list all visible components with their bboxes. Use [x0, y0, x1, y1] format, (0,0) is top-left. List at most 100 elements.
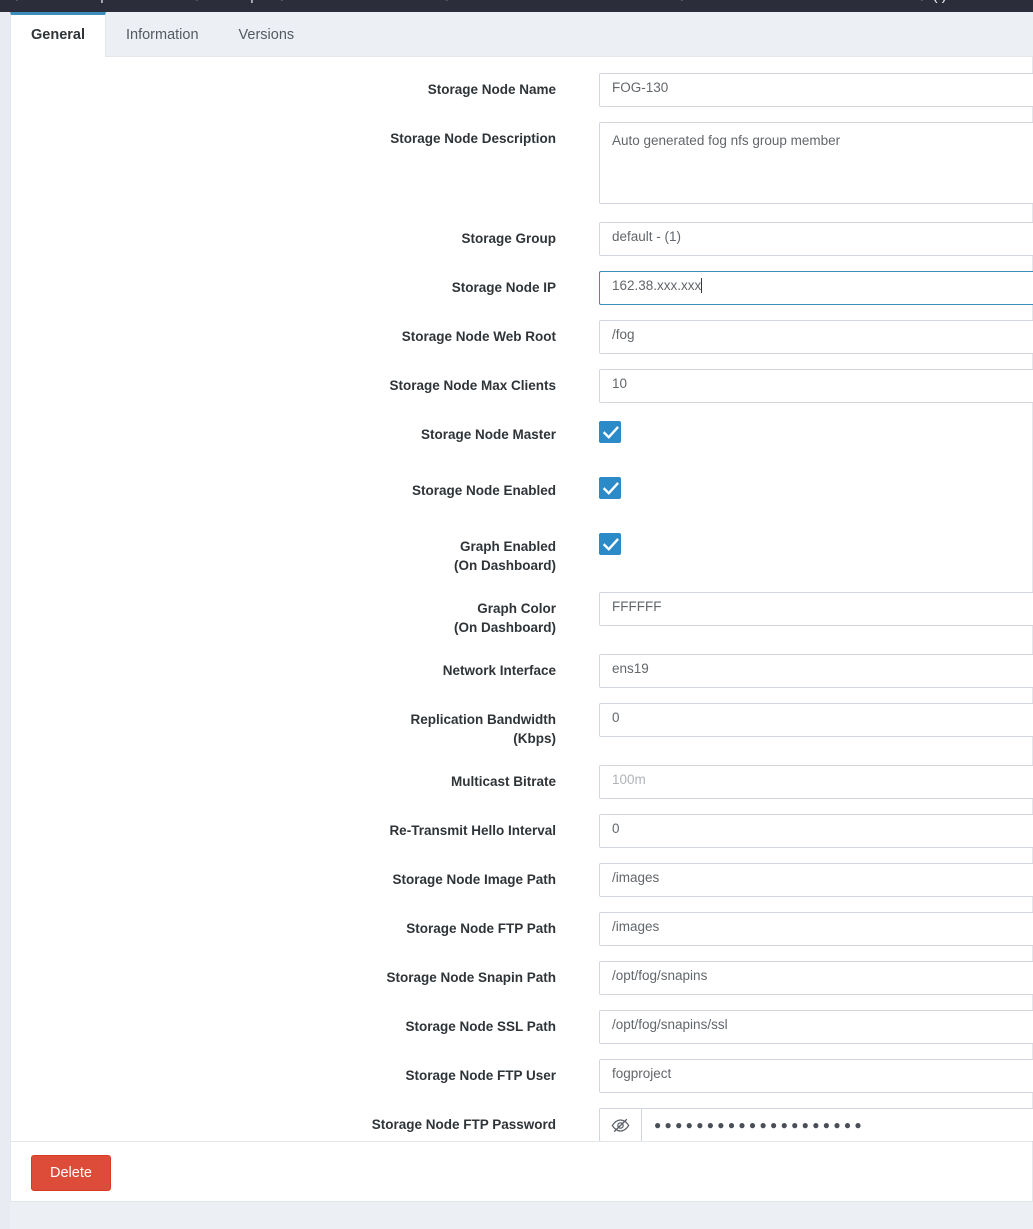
delete-button[interactable]: Delete — [31, 1155, 111, 1191]
storage-node-name-label: Storage Node Name — [11, 73, 571, 99]
form-row-storage-node-snapin-path: Storage Node Snapin Path/opt/fog/snapins — [11, 961, 1033, 995]
storage-group-label-line1: Storage Group — [461, 231, 556, 246]
form-row-storage-node-web-root: Storage Node Web Root/fog — [11, 320, 1033, 354]
storage-node-description-textarea[interactable]: Auto generated fog nfs group member — [599, 122, 1033, 204]
graph-enabled-label-line1: Graph Enabled — [459, 539, 556, 554]
graph-enabled-checkbox[interactable] — [599, 533, 621, 555]
storage-node-snapin-path-value: /opt/fog/snapins — [612, 968, 708, 983]
storage-node-description-label: Storage Node Description — [11, 122, 571, 148]
top-navbar[interactable]: ⚙|⚙|⚙⚙⚙⚙ ( )⤵⚙⚙ ⤵ — [0, 0, 1033, 12]
storage-node-image-path-value: /images — [612, 870, 660, 885]
storage-node-ssl-path-input[interactable]: /opt/fog/snapins/ssl — [599, 1010, 1033, 1044]
panel-footer: Delete — [11, 1141, 1032, 1201]
storage-node-master-label-line1: Storage Node Master — [420, 427, 556, 442]
storage-node-ssl-path-value: /opt/fog/snapins/ssl — [612, 1017, 728, 1032]
graph-color-control: FFFFFF — [599, 592, 1033, 626]
navbar-glyph[interactable]: ⚙ — [275, 0, 288, 4]
replication-bandwidth-label-line2: (Kbps) — [513, 731, 556, 746]
storage-node-ftp-user-control: fogproject — [599, 1059, 1033, 1093]
re-transmit-hello-interval-label-line1: Re-Transmit Hello Interval — [389, 823, 556, 838]
storage-node-ftp-password-label-line1: Storage Node FTP Password — [371, 1117, 556, 1132]
storage-node-snapin-path-control: /opt/fog/snapins — [599, 961, 1033, 995]
check-icon — [603, 426, 619, 439]
storage-node-ssl-path-label: Storage Node SSL Path — [11, 1010, 571, 1036]
navbar-glyph[interactable]: | — [100, 0, 104, 4]
storage-node-ftp-user-label-line1: Storage Node FTP User — [405, 1068, 556, 1083]
page-container: General Information Versions Storage Nod… — [0, 12, 1033, 1229]
navbar-glyph[interactable]: | — [250, 0, 254, 4]
form-row-storage-group: Storage Group default - (1) — [11, 222, 1033, 256]
storage-node-description-control: Auto generated fog nfs group member — [599, 122, 1033, 204]
storage-node-ftp-user-input[interactable]: fogproject — [599, 1059, 1033, 1093]
eye-slash-icon — [611, 1118, 630, 1132]
storage-node-ftp-path-label: Storage Node FTP Path — [11, 912, 571, 938]
form-row-storage-node-enabled: Storage Node Enabled — [11, 474, 1032, 508]
storage-node-image-path-control: /images — [599, 863, 1033, 897]
storage-node-name-input[interactable]: FOG-130 — [599, 73, 1033, 107]
re-transmit-hello-interval-control: 0 — [599, 814, 1033, 848]
network-interface-input[interactable]: ens19 — [599, 654, 1033, 688]
form-row-storage-node-image-path: Storage Node Image Path/images — [11, 863, 1033, 897]
storage-node-snapin-path-label-line1: Storage Node Snapin Path — [386, 970, 556, 985]
form-row-storage-node-ftp-password: Storage Node FTP Password ●●●●●●●●●●●●●●●… — [11, 1108, 1033, 1142]
storage-node-name-label-line1: Storage Node Name — [427, 82, 556, 97]
storage-group-control: default - (1) — [599, 222, 1033, 256]
tab-information[interactable]: Information — [106, 12, 219, 57]
storage-node-enabled-control — [599, 474, 1033, 499]
re-transmit-hello-interval-value: 0 — [612, 821, 620, 836]
replication-bandwidth-label-line1: Replication Bandwidth — [410, 712, 556, 727]
navbar-glyph[interactable]: ⚙ — [675, 0, 688, 4]
tab-versions[interactable]: Versions — [219, 12, 315, 57]
storage-group-label: Storage Group — [11, 222, 571, 248]
navbar-glyph[interactable]: ⚙ — [190, 0, 203, 4]
storage-node-ftp-user-label: Storage Node FTP User — [11, 1059, 571, 1085]
multicast-bitrate-control: 100m — [599, 765, 1033, 799]
re-transmit-hello-interval-input[interactable]: 0 — [599, 814, 1033, 848]
storage-node-ftp-path-input[interactable]: /images — [599, 912, 1033, 946]
multicast-bitrate-value: 100m — [612, 772, 646, 787]
tab-general[interactable]: General — [10, 12, 106, 57]
storage-node-master-control — [599, 418, 1033, 443]
storage-node-ip-label: Storage Node IP — [11, 271, 571, 297]
storage-node-max-clients-value: 10 — [612, 376, 628, 391]
storage-node-master-checkbox[interactable] — [599, 421, 621, 443]
storage-node-ftp-password-control: ●●●●●●●●●●●●●●●●●●●● — [599, 1108, 1033, 1142]
storage-node-name-control: FOG-130 — [599, 73, 1033, 107]
storage-node-snapin-path-input[interactable]: /opt/fog/snapins — [599, 961, 1033, 995]
form-row-multicast-bitrate: Multicast Bitrate 100m — [11, 765, 1033, 799]
storage-node-max-clients-label: Storage Node Max Clients — [11, 369, 571, 395]
eye-slash-icon[interactable] — [599, 1108, 641, 1142]
storage-node-web-root-value: /fog — [612, 327, 635, 342]
storage-node-max-clients-input[interactable]: 10 — [599, 369, 1033, 403]
form-row-storage-node-ssl-path: Storage Node SSL Path/opt/fog/snapins/ss… — [11, 1010, 1033, 1044]
storage-node-max-clients-control: 10 — [599, 369, 1033, 403]
form-row-storage-node-ftp-user: Storage Node FTP User fogproject — [11, 1059, 1033, 1093]
navbar-glyph[interactable]: ⚙ ( ) — [915, 0, 947, 4]
storage-node-image-path-input[interactable]: /images — [599, 863, 1033, 897]
graph-color-input[interactable]: FFFFFF — [599, 592, 1033, 626]
storage-node-ftp-password-input[interactable]: ●●●●●●●●●●●●●●●●●●●● — [641, 1108, 1033, 1142]
navbar-glyph[interactable]: ⚙ — [440, 0, 453, 4]
storage-node-ftp-password-group: ●●●●●●●●●●●●●●●●●●●● — [599, 1108, 1033, 1142]
storage-node-web-root-control: /fog — [599, 320, 1033, 354]
graph-enabled-control — [599, 530, 1033, 555]
storage-node-ssl-path-label-line1: Storage Node SSL Path — [405, 1019, 556, 1034]
storage-node-image-path-label-line1: Storage Node Image Path — [392, 872, 556, 887]
network-interface-control: ens19 — [599, 654, 1033, 688]
storage-node-image-path-label: Storage Node Image Path — [11, 863, 571, 889]
storage-node-ftp-path-label-line1: Storage Node FTP Path — [406, 921, 556, 936]
graph-enabled-label-line2: (On Dashboard) — [453, 558, 556, 573]
storage-node-web-root-input[interactable]: /fog — [599, 320, 1033, 354]
multicast-bitrate-input[interactable]: 100m — [599, 765, 1033, 799]
navbar-glyph[interactable]: ⚙ — [10, 0, 23, 4]
storage-node-ip-input[interactable]: 162.38.xxx.xxx — [599, 271, 1033, 305]
form-row-storage-node-max-clients: Storage Node Max Clients 10 — [11, 369, 1033, 403]
storage-node-enabled-checkbox[interactable] — [599, 477, 621, 499]
storage-group-input[interactable]: default - (1) — [599, 222, 1033, 256]
storage-group-value: default - (1) — [612, 229, 682, 244]
replication-bandwidth-input[interactable]: 0 — [599, 703, 1033, 737]
replication-bandwidth-label: Replication Bandwidth (Kbps) — [11, 703, 571, 748]
storage-node-ssl-path-control: /opt/fog/snapins/ssl — [599, 1010, 1033, 1044]
check-icon — [603, 538, 619, 551]
storage-node-panel: Storage Node Name FOG-130 Storage Node Des… — [10, 57, 1033, 1202]
